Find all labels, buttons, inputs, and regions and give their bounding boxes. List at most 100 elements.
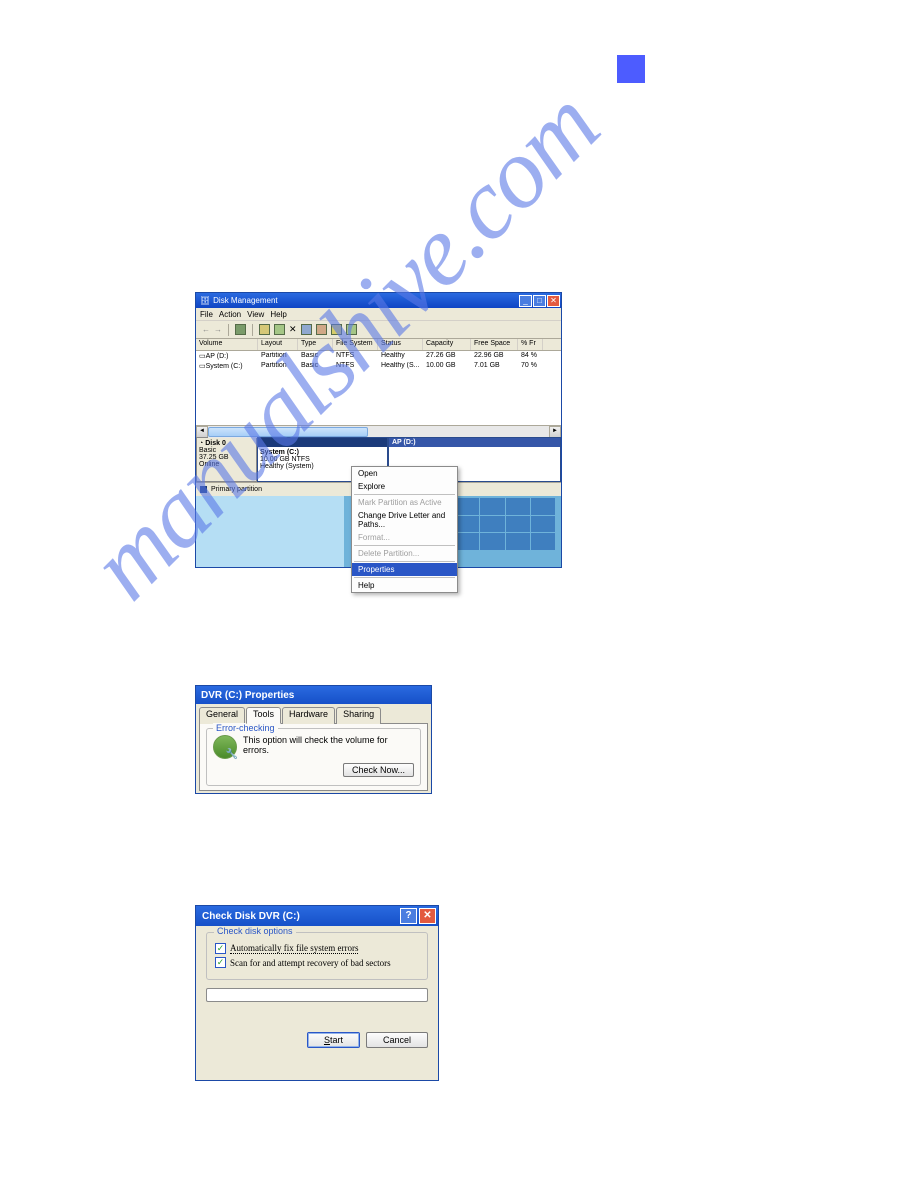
dialog-body: Check disk options ✓ Automatically fix f… bbox=[196, 926, 438, 1054]
col-layout[interactable]: Layout bbox=[258, 339, 298, 350]
cell: 22.96 GB bbox=[471, 352, 518, 360]
menubar: File Action View Help bbox=[196, 308, 561, 321]
start-button[interactable]: Start bbox=[307, 1032, 360, 1048]
titlebar[interactable]: DVR (C:) Properties bbox=[196, 686, 431, 704]
volume-list[interactable]: ▭AP (D:) Partition Basic NTFS Healthy 27… bbox=[196, 351, 561, 425]
cell: Basic bbox=[298, 352, 333, 360]
menu-action[interactable]: Action bbox=[219, 310, 241, 319]
option-scan-recover[interactable]: ✓ Scan for and attempt recovery of bad s… bbox=[215, 957, 419, 968]
ctx-open[interactable]: Open bbox=[352, 467, 457, 480]
ctx-properties[interactable]: Properties bbox=[352, 563, 457, 576]
ctx-delete: Delete Partition... bbox=[352, 547, 457, 560]
cell: System (C:) bbox=[206, 363, 243, 370]
disk-icon: ◔ bbox=[199, 440, 203, 447]
col-freespace[interactable]: Free Space bbox=[471, 339, 518, 350]
window-title: Check Disk DVR (C:) bbox=[202, 911, 300, 922]
menu-view[interactable]: View bbox=[247, 310, 264, 319]
back-icon[interactable]: ← bbox=[202, 325, 210, 334]
tool-icon[interactable] bbox=[301, 324, 312, 335]
drive-icon: ▭ bbox=[199, 363, 206, 370]
tabstrip: General Tools Hardware Sharing bbox=[199, 707, 428, 724]
checkbox-icon[interactable]: ✓ bbox=[215, 943, 226, 954]
checkbox-icon[interactable]: ✓ bbox=[215, 957, 226, 968]
scrollbar-track[interactable] bbox=[208, 426, 549, 438]
context-menu: Open Explore Mark Partition as Active Ch… bbox=[351, 466, 458, 593]
disk-state: Online bbox=[199, 461, 254, 468]
tab-panel: Error-checking This option will check th… bbox=[199, 723, 428, 791]
col-status[interactable]: Status bbox=[378, 339, 423, 350]
cell: Partition bbox=[258, 352, 298, 360]
disk-info[interactable]: ◔Disk 0 Basic 37.25 GB Online bbox=[196, 437, 257, 482]
check-disk-dialog: Check Disk DVR (C:) ? ✕ Check disk optio… bbox=[195, 905, 439, 1081]
cancel-button[interactable]: Cancel bbox=[366, 1032, 428, 1048]
disk-type: Basic bbox=[199, 447, 254, 454]
col-percent[interactable]: % Fr bbox=[518, 339, 543, 350]
tool-icon-2[interactable] bbox=[316, 324, 327, 335]
cell: NTFS bbox=[333, 352, 378, 360]
legend-label: Primary partition bbox=[211, 486, 262, 493]
tab-general[interactable]: General bbox=[199, 707, 245, 724]
titlebar[interactable]: Check Disk DVR (C:) ? ✕ bbox=[196, 906, 438, 926]
maximize-button[interactable]: □ bbox=[533, 295, 546, 307]
delete-icon[interactable]: ✕ bbox=[289, 324, 297, 335]
toolbar: ← → ✕ bbox=[196, 321, 561, 339]
scrollbar-thumb[interactable] bbox=[208, 427, 368, 437]
disk-size: 37.25 GB bbox=[199, 454, 254, 461]
tab-hardware[interactable]: Hardware bbox=[282, 707, 335, 724]
btn-rest: tart bbox=[330, 1035, 343, 1045]
ctx-mark-active: Mark Partition as Active bbox=[352, 496, 457, 509]
group-legend: Error-checking bbox=[213, 723, 278, 733]
partition-title: AP (D:) bbox=[392, 439, 416, 446]
close-button[interactable]: ✕ bbox=[419, 908, 436, 924]
window-icon: 🗄 bbox=[200, 296, 210, 305]
minimize-button[interactable]: _ bbox=[519, 295, 532, 307]
col-volume[interactable]: Volume bbox=[196, 339, 258, 350]
disk-name: Disk 0 bbox=[205, 440, 226, 447]
toolbar-icon[interactable] bbox=[235, 324, 246, 335]
cell: 7.01 GB bbox=[471, 362, 518, 370]
volume-row[interactable]: ▭System (C:) Partition Basic NTFS Health… bbox=[196, 361, 561, 371]
error-check-desc: This option will check the volume for er… bbox=[243, 735, 414, 755]
ctx-help[interactable]: Help bbox=[352, 579, 457, 592]
help-icon[interactable] bbox=[331, 324, 342, 335]
option-label: Scan for and attempt recovery of bad sec… bbox=[230, 958, 391, 968]
window-title: Disk Management bbox=[213, 296, 277, 305]
tool-icon-3[interactable] bbox=[346, 324, 357, 335]
error-checking-group: Error-checking This option will check th… bbox=[206, 728, 421, 786]
cell: NTFS bbox=[333, 362, 378, 370]
cell: Healthy bbox=[378, 352, 423, 360]
window-title: DVR (C:) Properties bbox=[201, 690, 294, 701]
help-button[interactable]: ? bbox=[400, 908, 417, 924]
horizontal-scrollbar[interactable]: ◄ ► bbox=[196, 425, 561, 437]
check-now-button[interactable]: Check Now... bbox=[343, 763, 414, 777]
col-type[interactable]: Type bbox=[298, 339, 333, 350]
ctx-change-letter[interactable]: Change Drive Letter and Paths... bbox=[352, 509, 457, 531]
ctx-format: Format... bbox=[352, 531, 457, 544]
properties-dialog: DVR (C:) Properties General Tools Hardwa… bbox=[195, 685, 432, 794]
refresh-icon[interactable] bbox=[259, 324, 270, 335]
scroll-right-button[interactable]: ► bbox=[549, 426, 561, 438]
titlebar[interactable]: 🗄 Disk Management _ □ ✕ bbox=[196, 293, 561, 308]
error-check-icon bbox=[213, 735, 237, 759]
progress-bar bbox=[206, 988, 428, 1002]
legend-swatch bbox=[200, 486, 207, 493]
group-legend: Check disk options bbox=[214, 926, 296, 936]
menu-file[interactable]: File bbox=[200, 310, 213, 319]
col-filesystem[interactable]: File System bbox=[333, 339, 378, 350]
menu-help[interactable]: Help bbox=[270, 310, 286, 319]
cell: 27.26 GB bbox=[423, 352, 471, 360]
option-autofix[interactable]: ✓ Automatically fix file system errors bbox=[215, 943, 419, 954]
tab-sharing[interactable]: Sharing bbox=[336, 707, 381, 724]
tab-tools[interactable]: Tools bbox=[246, 707, 281, 724]
cell: 10.00 GB bbox=[423, 362, 471, 370]
close-button[interactable]: ✕ bbox=[547, 295, 560, 307]
fwd-icon[interactable]: → bbox=[214, 325, 222, 334]
drive-icon: ▭ bbox=[199, 353, 206, 360]
partition-size: 10.00 GB NTFS bbox=[260, 456, 310, 463]
col-capacity[interactable]: Capacity bbox=[423, 339, 471, 350]
properties-icon[interactable] bbox=[274, 324, 285, 335]
cell: Healthy (S... bbox=[378, 362, 423, 370]
scroll-left-button[interactable]: ◄ bbox=[196, 426, 208, 438]
volume-row[interactable]: ▭AP (D:) Partition Basic NTFS Healthy 27… bbox=[196, 351, 561, 361]
ctx-explore[interactable]: Explore bbox=[352, 480, 457, 493]
